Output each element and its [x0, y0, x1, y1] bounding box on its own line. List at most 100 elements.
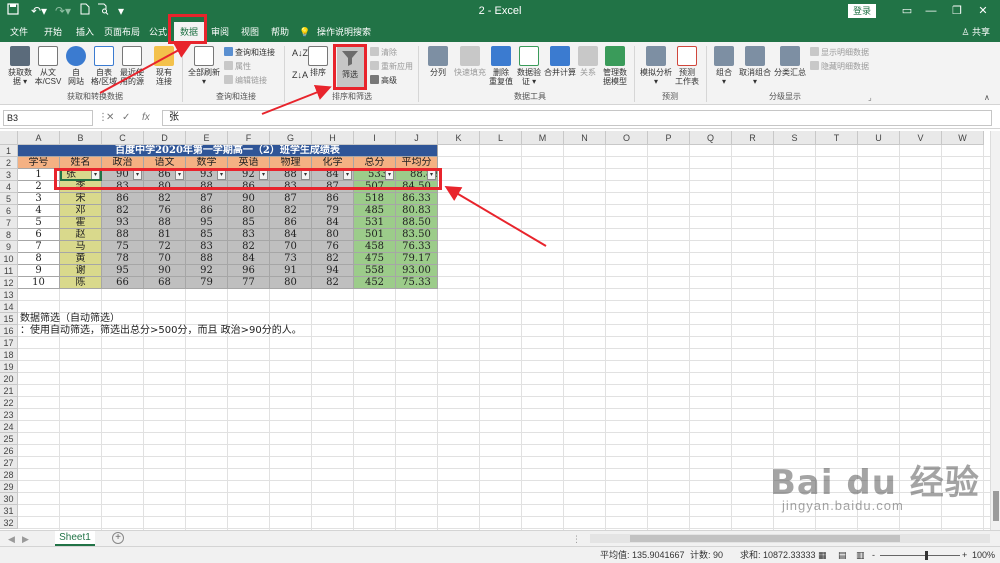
score-cell[interactable]: 86: [270, 217, 312, 229]
queries-connections-button[interactable]: 查询和连接: [224, 47, 275, 58]
score-cell[interactable]: 95: [102, 265, 144, 277]
row-header-30[interactable]: 30: [0, 493, 18, 505]
insert-function-icon[interactable]: fx: [142, 110, 150, 126]
zoom-slider-knob[interactable]: [925, 551, 928, 560]
row-header-10[interactable]: 10: [0, 253, 18, 265]
row-header-16[interactable]: 16: [0, 325, 18, 337]
row-header-27[interactable]: 27: [0, 457, 18, 469]
student-name-cell[interactable]: 宋: [60, 193, 102, 205]
edit-links-button[interactable]: 编辑链接: [224, 75, 267, 86]
row-header-31[interactable]: 31: [0, 505, 18, 517]
row-header-3[interactable]: 3: [0, 169, 18, 181]
row-header-1[interactable]: 1: [0, 145, 18, 157]
score-cell[interactable]: 70: [144, 253, 186, 265]
sheet-tab-sheet1[interactable]: Sheet1: [55, 531, 95, 546]
text-to-columns-button[interactable]: 分列: [424, 46, 452, 77]
student-name-cell[interactable]: 黄: [60, 253, 102, 265]
undo-icon[interactable]: ↶▾: [30, 3, 48, 19]
zoom-out-button[interactable]: -: [872, 547, 875, 563]
score-cell[interactable]: 82: [144, 193, 186, 205]
student-name-cell[interactable]: 邓: [60, 205, 102, 217]
student-id-cell[interactable]: 5: [18, 217, 60, 229]
row-header-29[interactable]: 29: [0, 481, 18, 493]
consolidate-button[interactable]: 合并计算: [542, 46, 578, 77]
score-cell[interactable]: 88: [144, 217, 186, 229]
refresh-all-button[interactable]: 全部刷新 ▾: [186, 46, 222, 86]
tab-view[interactable]: 视图: [236, 22, 264, 42]
score-cell[interactable]: 78: [102, 253, 144, 265]
score-cell[interactable]: 83: [228, 229, 270, 241]
sort-button[interactable]: 排序: [304, 46, 332, 77]
score-cell[interactable]: 80: [312, 229, 354, 241]
score-cell[interactable]: 90: [228, 193, 270, 205]
horizontal-scrollbar[interactable]: [590, 534, 990, 543]
score-cell[interactable]: 79: [186, 277, 228, 289]
score-cell[interactable]: 83.50: [396, 229, 438, 241]
reapply-button[interactable]: 重新应用: [370, 61, 413, 72]
column-header-g[interactable]: G: [270, 131, 312, 145]
score-cell[interactable]: 95: [186, 217, 228, 229]
score-cell[interactable]: 94: [312, 265, 354, 277]
column-header-p[interactable]: P: [648, 131, 690, 145]
tab-file[interactable]: 文件: [4, 22, 34, 42]
column-header-c[interactable]: C: [102, 131, 144, 145]
row-header-26[interactable]: 26: [0, 445, 18, 457]
score-cell[interactable]: 458: [354, 241, 396, 253]
column-header-j[interactable]: J: [396, 131, 438, 145]
score-cell[interactable]: 82: [102, 205, 144, 217]
score-cell[interactable]: 80: [228, 205, 270, 217]
column-header-r[interactable]: R: [732, 131, 774, 145]
print-preview-icon[interactable]: [96, 3, 110, 19]
row-header-9[interactable]: 9: [0, 241, 18, 253]
student-id-cell[interactable]: 6: [18, 229, 60, 241]
row-header-7[interactable]: 7: [0, 217, 18, 229]
tab-page-layout[interactable]: 页面布局: [102, 22, 142, 42]
score-cell[interactable]: 85: [228, 217, 270, 229]
row-header-12[interactable]: 12: [0, 277, 18, 289]
group-button[interactable]: 组合 ▾: [710, 46, 738, 86]
student-name-cell[interactable]: 谢: [60, 265, 102, 277]
score-cell[interactable]: 66: [102, 277, 144, 289]
student-name-cell[interactable]: 赵: [60, 229, 102, 241]
zoom-level[interactable]: 100%: [972, 547, 995, 563]
next-sheet-icon[interactable]: ▶: [22, 533, 29, 545]
score-cell[interactable]: 82: [312, 253, 354, 265]
page-layout-view-icon[interactable]: ▤: [838, 547, 847, 563]
horizontal-scroll-thumb[interactable]: [630, 535, 900, 542]
score-cell[interactable]: 80: [270, 277, 312, 289]
restore-icon[interactable]: ❐: [946, 3, 968, 19]
customize-icon[interactable]: ▾: [114, 3, 128, 19]
row-header-25[interactable]: 25: [0, 433, 18, 445]
score-cell[interactable]: 73: [270, 253, 312, 265]
row-header-20[interactable]: 20: [0, 373, 18, 385]
score-cell[interactable]: 93: [102, 217, 144, 229]
what-if-analysis-button[interactable]: 模拟分析 ▾: [638, 46, 674, 86]
score-cell[interactable]: 531: [354, 217, 396, 229]
row-header-19[interactable]: 19: [0, 361, 18, 373]
tell-me-search[interactable]: 操作说明搜索: [314, 22, 374, 42]
score-cell[interactable]: 87: [270, 193, 312, 205]
column-header-v[interactable]: V: [900, 131, 942, 145]
score-cell[interactable]: 96: [228, 265, 270, 277]
score-cell[interactable]: 86: [312, 193, 354, 205]
row-header-15[interactable]: 15: [0, 313, 18, 325]
row-header-8[interactable]: 8: [0, 229, 18, 241]
cancel-formula-icon[interactable]: ✕: [106, 110, 114, 126]
score-cell[interactable]: 75.33: [396, 277, 438, 289]
tab-help[interactable]: 帮助: [266, 22, 294, 42]
score-cell[interactable]: 91: [270, 265, 312, 277]
score-cell[interactable]: 82: [270, 205, 312, 217]
vertical-scroll-thumb[interactable]: [993, 491, 999, 521]
row-header-11[interactable]: 11: [0, 265, 18, 277]
score-cell[interactable]: 88: [102, 229, 144, 241]
login-button[interactable]: 登录: [848, 4, 876, 18]
score-cell[interactable]: 81: [144, 229, 186, 241]
score-cell[interactable]: 84: [228, 253, 270, 265]
data-model-button[interactable]: 管理数 据模型: [600, 46, 630, 86]
column-header-s[interactable]: S: [774, 131, 816, 145]
score-cell[interactable]: 86.33: [396, 193, 438, 205]
row-header-17[interactable]: 17: [0, 337, 18, 349]
hide-detail-button[interactable]: 隐藏明细数据: [810, 61, 869, 72]
score-cell[interactable]: 518: [354, 193, 396, 205]
column-header-a[interactable]: A: [18, 131, 60, 145]
